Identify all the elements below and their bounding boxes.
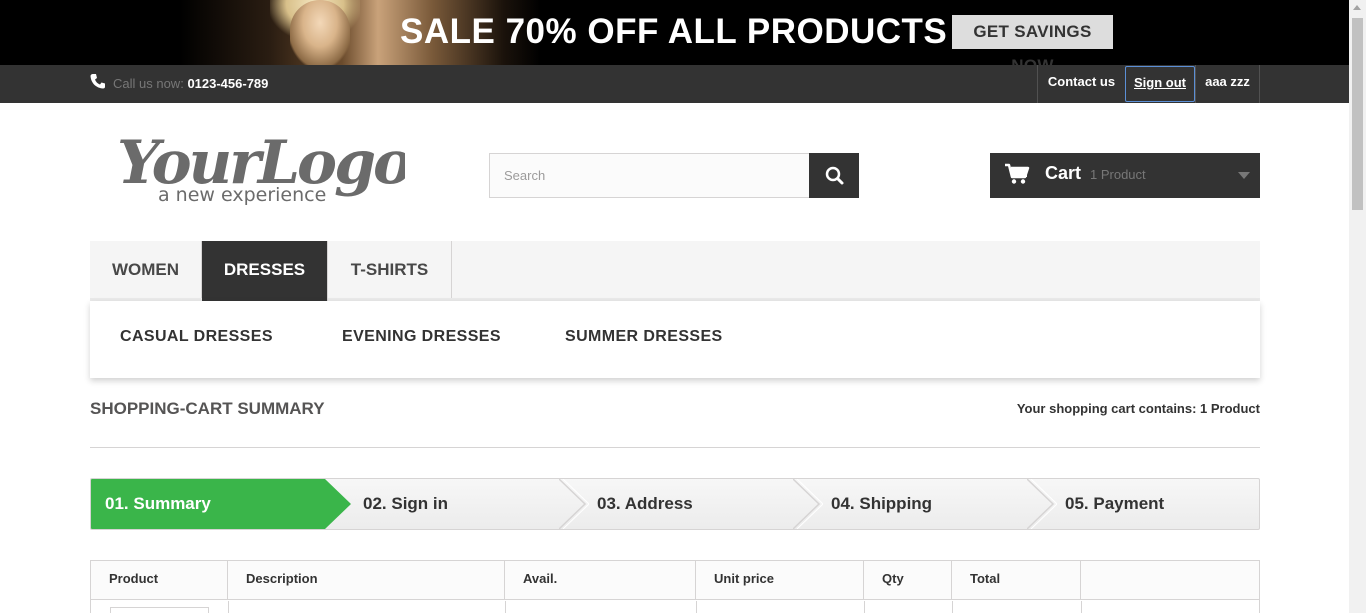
cart-count: 1 Product [1090,167,1146,182]
caret-down-icon [1238,172,1250,179]
step-address[interactable]: 03. Address [597,479,693,529]
step-shipping[interactable]: 04. Shipping [831,479,932,529]
step-arrow-4 [1027,479,1057,529]
sign-out-link[interactable]: Sign out [1125,66,1195,102]
search-button[interactable] [809,153,859,198]
promo-headline: SALE 70% OFF ALL PRODUCTS [400,12,948,51]
column-divider [952,601,953,613]
column-header-total: Total [952,561,1081,600]
menu-item-tshirts[interactable]: T-SHIRTS [328,241,452,298]
search-icon [825,166,844,185]
cart-dropdown[interactable]: Cart 1 Product [990,153,1260,198]
account-link[interactable]: aaa zzz [1195,65,1260,103]
column-divider [864,601,865,613]
phone-number: 0123-456-789 [187,76,269,91]
promo-banner[interactable]: SALE 70% OFF ALL PRODUCTS GET SAVINGS NO… [0,0,1349,65]
get-savings-button[interactable]: GET SAVINGS NOW [952,15,1113,65]
submenu-item-summer-dresses[interactable]: SUMMER DRESSES [565,328,723,346]
column-header-unit-price: Unit price [696,561,864,600]
page-title: SHOPPING-CART SUMMARY [90,399,325,418]
cart-summary-table: Product Description Avail. Unit price Qt… [90,560,1260,613]
column-header-qty: Qty [864,561,952,600]
column-header-availability: Avail. [505,561,696,600]
phone-icon [90,74,105,89]
search-input[interactable]: Search [489,153,810,198]
menu-item-dresses[interactable]: DRESSES [202,241,328,301]
scroll-up-arrow-icon[interactable] [1353,5,1361,10]
step-arrow-1 [325,479,351,529]
column-divider [228,601,229,613]
submenu-item-casual-dresses[interactable]: CASUAL DRESSES [120,328,273,346]
site-logo[interactable]: YourLogo a new experience [115,125,405,210]
contact-us-link[interactable]: Contact us [1037,65,1125,103]
logo-tagline: a new experience [158,184,326,206]
step-arrow-2 [559,479,589,529]
step-sign-in[interactable]: 02. Sign in [363,479,448,529]
promo-model-face [290,0,350,65]
menu-item-women[interactable]: WOMEN [90,241,202,298]
column-divider [696,601,697,613]
scrollbar-thumb[interactable] [1352,18,1363,210]
step-arrow-3 [793,479,823,529]
cart-icon [1005,163,1030,184]
main-menu: WOMEN DRESSES T-SHIRTS [90,241,1260,301]
cart-label: Cart [1045,163,1082,183]
step-payment[interactable]: 05. Payment [1065,479,1164,529]
product-thumbnail[interactable] [110,607,209,613]
table-header: Product Description Avail. Unit price Qt… [91,561,1259,600]
page-scrollbar[interactable] [1349,0,1366,613]
column-divider [505,601,506,613]
cart-contains-text: Your shopping cart contains: 1 Product [1016,401,1260,416]
call-us-prefix: Call us now: [113,76,184,91]
submenu-item-evening-dresses[interactable]: EVENING DRESSES [342,328,501,346]
column-header-actions [1081,561,1259,600]
heading-divider [90,447,1260,448]
call-us-text: Call us now: 0123-456-789 [113,76,268,91]
top-navbar: Call us now: 0123-456-789 Contact us Sig… [0,65,1349,103]
step-summary[interactable]: 01. Summary [91,479,325,529]
dresses-submenu: CASUAL DRESSES EVENING DRESSES SUMMER DR… [90,301,1260,378]
column-divider [1081,601,1082,613]
checkout-steps: 01. Summary 02. Sign in 03. Address 04. … [90,478,1260,530]
column-header-description: Description [228,561,505,600]
column-header-product: Product [91,561,228,600]
